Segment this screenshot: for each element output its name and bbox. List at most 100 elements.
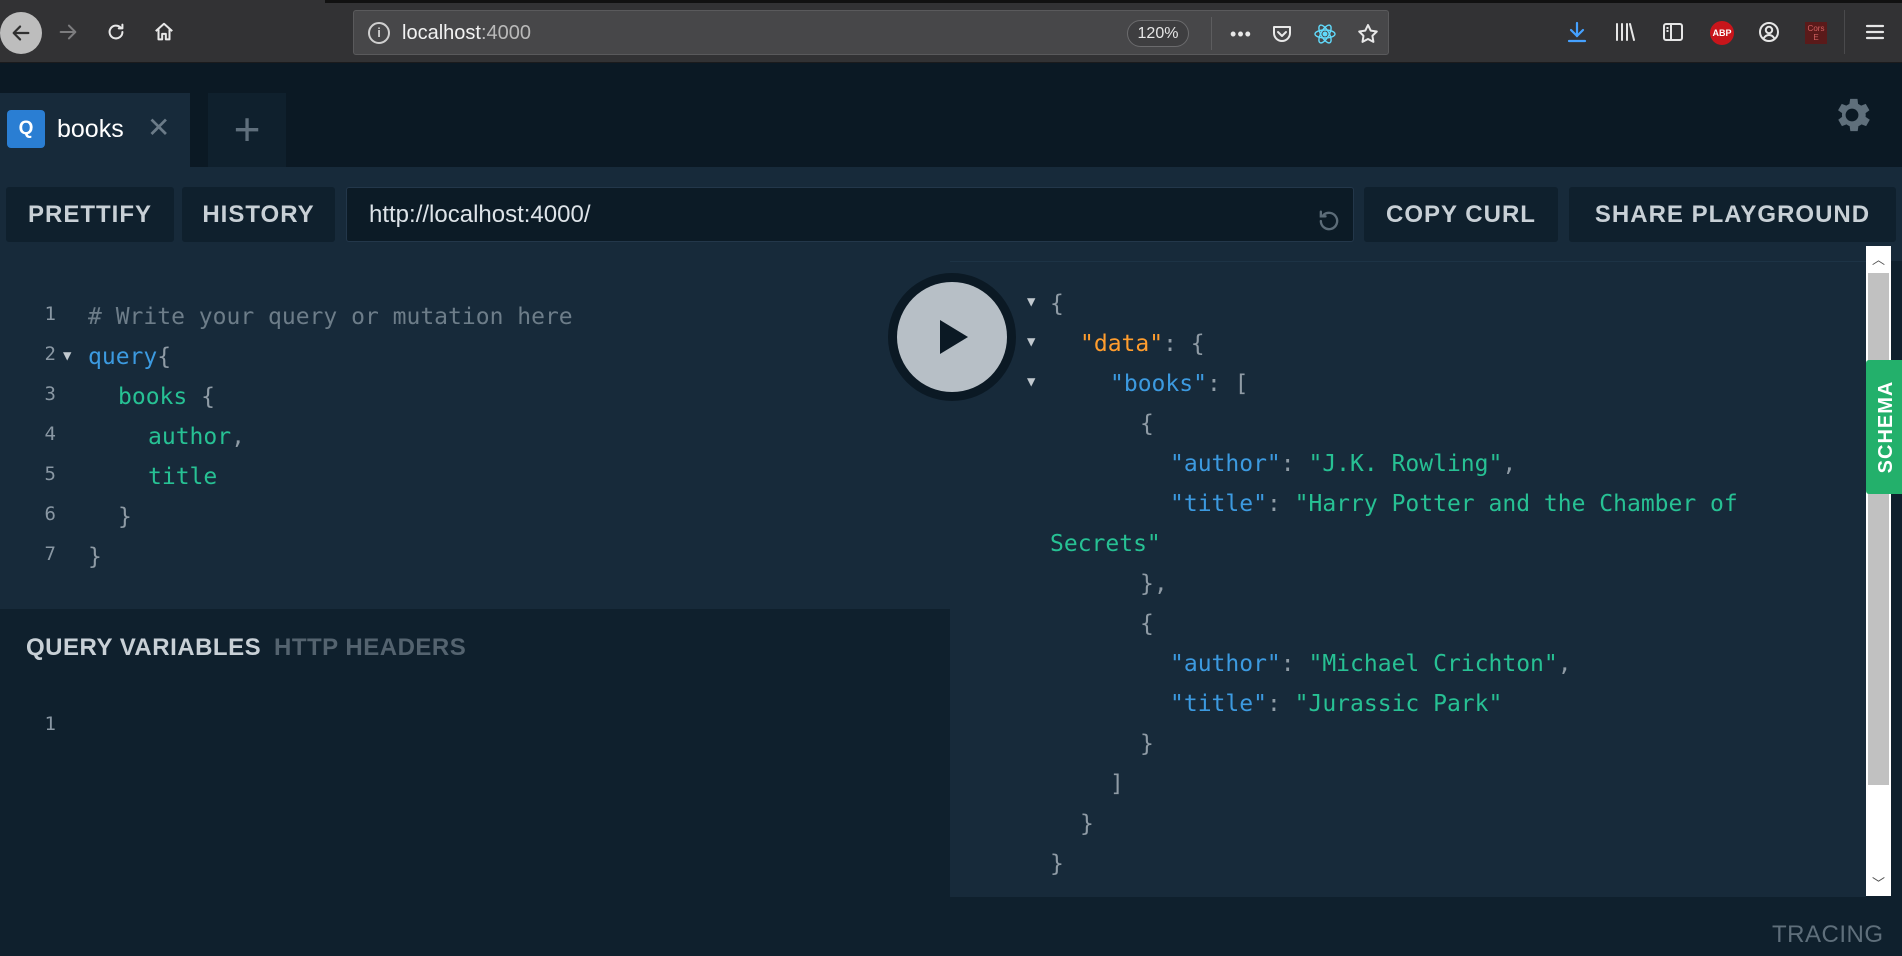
url-text[interactable]: localhost:4000 xyxy=(402,22,531,45)
line-number: 3 xyxy=(44,383,56,405)
fold-toggle-icon[interactable]: ▼ xyxy=(1027,362,1035,402)
hamburger-menu-icon xyxy=(1865,24,1885,40)
playground-tab-bar: Q books ✕ + xyxy=(0,63,1902,167)
title-value: "Jurassic Park" xyxy=(1294,691,1503,717)
endpoint-url: http://localhost:4000/ xyxy=(369,201,591,228)
code-line: # Write your query or mutation here xyxy=(88,297,573,337)
title-value-wrap: Secrets" xyxy=(1050,531,1161,557)
brace xyxy=(187,384,201,410)
tab-books[interactable]: Q books ✕ xyxy=(0,93,190,167)
http-headers-tab[interactable]: HTTP HEADERS xyxy=(274,634,466,662)
line-number: 4 xyxy=(44,423,56,445)
browser-toolbar: i localhost:4000 120% ••• ABP Cors E xyxy=(0,0,1902,63)
share-playground-button[interactable]: SHARE PLAYGROUND xyxy=(1569,187,1896,242)
brace: { xyxy=(201,384,215,410)
download-icon xyxy=(1567,21,1587,43)
brace: } xyxy=(1140,731,1154,757)
cors-extension-icon[interactable]: Cors E xyxy=(1805,22,1827,44)
library-icon xyxy=(1616,23,1635,41)
result-line: ] xyxy=(1110,764,1124,804)
brace: { xyxy=(1050,291,1064,317)
code-line: author, xyxy=(148,417,245,457)
fold-toggle-icon[interactable]: ▼ xyxy=(1027,282,1035,322)
schema-tab[interactable]: SCHEMA xyxy=(1866,360,1902,494)
result-line: { xyxy=(1050,284,1064,324)
field-books: books xyxy=(118,384,188,410)
prettify-button[interactable]: PRETTIFY xyxy=(6,187,174,242)
sidebar-icon xyxy=(1663,23,1683,41)
downloads-button[interactable] xyxy=(1562,17,1592,47)
query-keyword: query xyxy=(88,344,158,370)
title-key: "title" xyxy=(1170,491,1267,517)
query-variables-tab[interactable]: QUERY VARIABLES xyxy=(26,634,261,662)
site-info-icon[interactable]: i xyxy=(368,22,390,44)
tracing-toggle[interactable]: TRACING xyxy=(1772,921,1884,949)
scroll-up-icon[interactable]: ︿ xyxy=(1866,248,1891,272)
code-line: } xyxy=(88,537,102,577)
fold-toggle-icon[interactable]: ▼ xyxy=(63,336,71,376)
fold-toggle-icon[interactable]: ▼ xyxy=(1027,322,1035,362)
menu-button[interactable] xyxy=(1860,17,1890,47)
variables-panel: QUERY VARIABLES HTTP HEADERS 1 xyxy=(0,609,950,956)
back-button[interactable] xyxy=(0,12,42,54)
brace: } xyxy=(1080,811,1094,837)
adblock-plus-icon[interactable]: ABP xyxy=(1710,21,1734,45)
gear-icon[interactable] xyxy=(1830,93,1874,137)
author-value: "J.K. Rowling" xyxy=(1308,451,1503,477)
punct: : xyxy=(1266,691,1295,717)
account-icon xyxy=(1759,22,1779,42)
react-devtools-button[interactable] xyxy=(1311,20,1339,48)
author-key: "author" xyxy=(1170,651,1281,677)
title-value: "Harry Potter and the Chamber of xyxy=(1294,491,1738,517)
code-line: title xyxy=(148,457,217,497)
url-port: :4000 xyxy=(480,22,531,44)
line-number: 1 xyxy=(44,303,56,325)
execute-query-button[interactable] xyxy=(888,273,1016,401)
query-comment: # Write your query or mutation here xyxy=(88,304,573,330)
result-line: Secrets" xyxy=(1050,524,1161,564)
brace: } xyxy=(88,544,102,570)
editor-toolbar: PRETTIFY HISTORY http://localhost:4000/ … xyxy=(0,167,1902,261)
result-line: { xyxy=(1140,404,1154,444)
sidebar-button[interactable] xyxy=(1658,17,1688,47)
result-line: "title": "Harry Potter and the Chamber o… xyxy=(1170,484,1738,524)
result-line: "data": { xyxy=(1080,324,1205,364)
query-editor[interactable]: 1 2 3 4 5 6 7 ▼ # Write your query or mu… xyxy=(0,261,950,609)
endpoint-input[interactable]: http://localhost:4000/ xyxy=(346,187,1354,242)
title-key: "title" xyxy=(1170,691,1267,717)
line-number: 1 xyxy=(44,713,56,735)
reload-schema-icon[interactable] xyxy=(1315,201,1343,231)
result-line: "author": "Michael Crichton", xyxy=(1170,644,1572,684)
punct: : xyxy=(1280,651,1309,677)
brace: } xyxy=(1050,851,1064,877)
close-icon[interactable]: ✕ xyxy=(147,114,170,142)
brace: { xyxy=(1140,411,1154,437)
punct: : xyxy=(1280,451,1309,477)
reload-button[interactable] xyxy=(97,13,135,51)
zoom-level-badge[interactable]: 120% xyxy=(1127,20,1189,47)
result-viewer: ▼ ▼ ▼ { "data": { "books": [ { "author":… xyxy=(950,261,1866,897)
punct: : xyxy=(1266,491,1295,517)
forward-button[interactable] xyxy=(49,13,87,51)
result-line: } xyxy=(1080,804,1094,844)
account-button[interactable] xyxy=(1754,17,1784,47)
code-line: books { xyxy=(118,377,215,417)
pocket-button[interactable] xyxy=(1268,20,1296,48)
variables-editor[interactable] xyxy=(70,694,930,934)
copy-curl-button[interactable]: COPY CURL xyxy=(1364,187,1558,242)
add-tab-button[interactable]: + xyxy=(208,93,286,167)
history-button[interactable]: HISTORY xyxy=(182,187,335,242)
tab-label: books xyxy=(57,115,124,143)
scrollbar-thumb[interactable] xyxy=(1868,273,1889,785)
bookmark-star-button[interactable] xyxy=(1354,20,1382,48)
result-line: "title": "Jurassic Park" xyxy=(1170,684,1502,724)
books-key: "books" xyxy=(1110,371,1207,397)
result-line: } xyxy=(1050,844,1064,884)
address-bar[interactable]: i localhost:4000 120% ••• xyxy=(353,10,1389,55)
page-actions-button[interactable]: ••• xyxy=(1227,20,1255,48)
library-button[interactable] xyxy=(1610,17,1640,47)
url-separator xyxy=(1211,17,1212,50)
toolbar-divider xyxy=(1844,10,1845,54)
scroll-down-icon[interactable]: ﹀ xyxy=(1866,872,1891,896)
home-button[interactable] xyxy=(145,13,183,51)
